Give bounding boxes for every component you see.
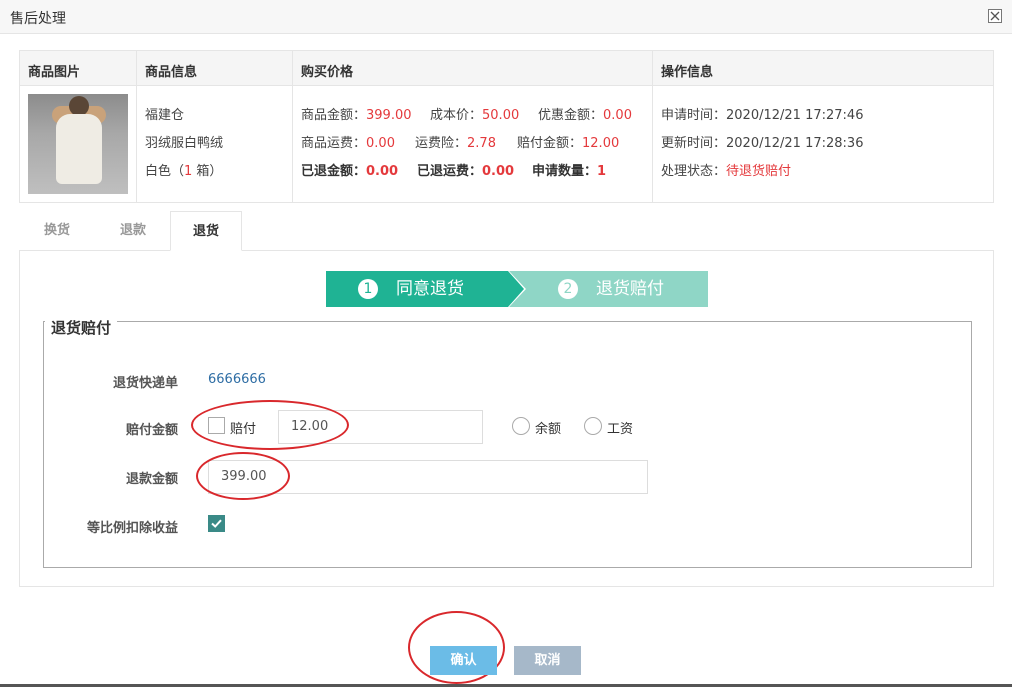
step-1-label: 同意退货 <box>396 279 464 299</box>
refunded-amount: 已退金额：0.00 <box>301 164 399 179</box>
header-operation: 操作信息 <box>661 65 714 80</box>
col-price: 购买价格 商品金额：399.00 成本价：50.00 优惠金额：0.00 商品运… <box>293 51 653 202</box>
discount-amount: 优惠金额：0.00 <box>538 108 632 123</box>
tab-exchange[interactable]: 换货 <box>19 211 95 251</box>
tracking-number: 6666666 <box>208 372 266 387</box>
tracking-label: 退货快递单 <box>112 376 178 391</box>
col-operation: 操作信息 申请时间：2020/12/21 17:27:46 更新时间：2020/… <box>653 51 993 202</box>
step-1-number: 1 <box>358 279 378 299</box>
col-product-image: 商品图片 <box>20 51 137 202</box>
group-legend: 退货赔付 <box>45 317 118 338</box>
col-product-info: 商品信息 福建仓 羽绒服白鸭绒 白色（1 箱） <box>137 51 293 202</box>
step-2: 2 退货赔付 <box>558 271 664 307</box>
step-2-label: 退货赔付 <box>596 279 664 299</box>
header-product-image: 商品图片 <box>28 65 81 80</box>
cancel-button[interactable]: 取消 <box>514 646 581 675</box>
product-name: 羽绒服白鸭绒 <box>145 136 224 151</box>
compensation-label: 赔付金额 <box>125 423 178 438</box>
tab-refund[interactable]: 退款 <box>95 211 171 251</box>
refunded-shipping: 已退运费：0.00 <box>417 164 515 179</box>
refund-amount-input[interactable]: 399.00 <box>208 460 648 494</box>
product-image <box>28 94 128 194</box>
radio-balance-label: 余额 <box>535 422 562 437</box>
shipping-fee: 商品运费：0.00 <box>301 136 395 151</box>
process-status: 处理状态：待退货赔付 <box>661 164 792 179</box>
return-compensation-group <box>43 321 972 568</box>
product-warehouse: 福建仓 <box>145 108 185 123</box>
compensation-amount: 赔付金额：12.00 <box>517 136 620 151</box>
update-time: 更新时间：2020/12/21 17:28:36 <box>661 136 864 151</box>
apply-time: 申请时间：2020/12/21 17:27:46 <box>661 108 864 123</box>
shipping-insurance: 运费险：2.78 <box>415 136 496 151</box>
header-price: 购买价格 <box>301 65 354 80</box>
compensation-checkbox-label: 赔付 <box>230 422 257 437</box>
dialog-titlebar: 售后处理 <box>0 0 1012 34</box>
apply-quantity: 申请数量：1 <box>532 164 607 179</box>
radio-balance[interactable] <box>512 417 530 435</box>
compensation-amount-input[interactable]: 12.00 <box>278 410 483 444</box>
refund-label: 退款金额 <box>125 472 178 487</box>
deduct-checkbox[interactable] <box>208 515 225 532</box>
dialog-title: 售后处理 <box>10 11 66 27</box>
compensation-checkbox[interactable] <box>208 417 225 434</box>
step-indicator: 1 同意退货 2 退货赔付 <box>326 271 708 307</box>
header-product-info: 商品信息 <box>145 65 198 80</box>
product-spec: 白色（1 箱） <box>145 164 223 179</box>
tab-return[interactable]: 退货 <box>170 211 242 251</box>
radio-salary-label: 工资 <box>607 422 634 437</box>
step-1: 1 同意退货 <box>358 271 464 307</box>
confirm-button[interactable]: 确认 <box>430 646 497 675</box>
order-info-table: 商品图片 商品信息 福建仓 羽绒服白鸭绒 白色（1 箱） 购买价格 商品金额：3… <box>19 50 994 203</box>
cost-price: 成本价：50.00 <box>430 108 520 123</box>
check-icon <box>211 519 222 528</box>
step-2-number: 2 <box>558 279 578 299</box>
deduct-label: 等比例扣除收益 <box>86 521 178 536</box>
goods-amount: 商品金额：399.00 <box>301 108 412 123</box>
close-icon[interactable] <box>988 9 1002 23</box>
radio-salary[interactable] <box>584 417 602 435</box>
